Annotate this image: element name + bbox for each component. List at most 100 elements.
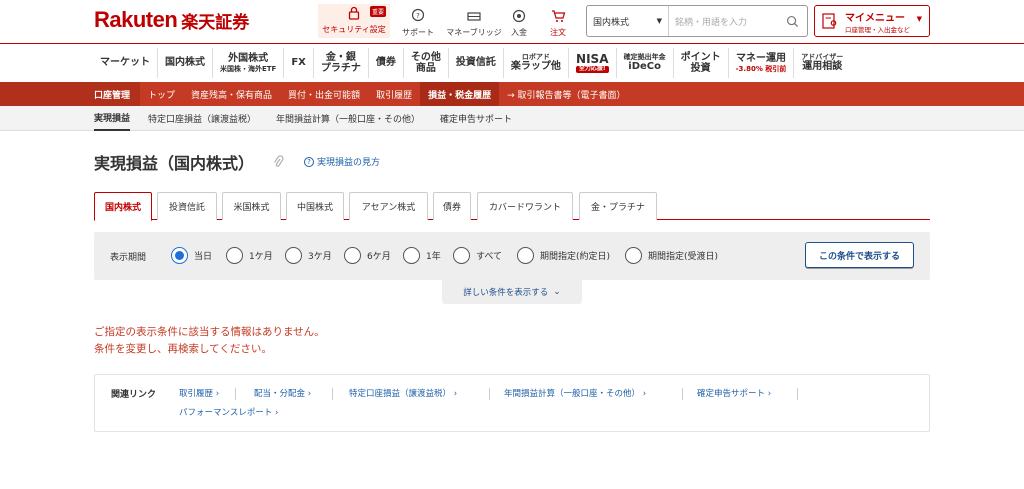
subnav-tax-return-support[interactable]: 確定申告サポート [440,106,512,131]
chevron-down-icon: ⌄ [553,287,561,297]
link-label: 配当・分配金 [254,389,306,399]
radio-indicator [344,247,361,264]
subnav-specified-account-pl[interactable]: 特定口座損益（譲渡益税） [148,106,256,131]
nav-label: 金・銀 [325,51,356,63]
related-link-specified-account-pl[interactable]: 特定口座損益（譲渡益税） › [349,387,457,399]
subnav-annual-pl[interactable]: 年間損益計算（一般口座・その他） [276,106,420,131]
document-person-icon [822,13,837,29]
nav-bonds[interactable]: 債券 [367,48,403,78]
support-button[interactable]: ? サポート [396,4,440,38]
related-link-dividends[interactable]: 配当・分配金 › [254,387,311,399]
nav-label: ポイント [680,51,721,63]
money-bridge-button[interactable]: マネーブリッジ [444,4,504,38]
tab-domestic-stocks[interactable]: 国内株式 [94,192,152,221]
account-nav-buying-power[interactable]: 買付・出金可能額 [280,82,368,106]
show-detailed-conditions-button[interactable]: 詳しい条件を表示する ⌄ [442,280,582,304]
bookmark-clip-icon[interactable] [272,155,284,169]
account-nav-trade-history[interactable]: 取引履歴 [368,82,420,106]
product-tabs: 国内株式 投資信託 米国株式 中国株式 アセアン株式 債券 カバードワラント 金… [94,192,930,221]
nav-label: 債券 [375,57,396,69]
search-input[interactable]: 銘柄・用語を入力 [669,6,807,36]
nav-domestic-stocks[interactable]: 国内株式 [157,48,212,78]
tab-china-stocks[interactable]: 中国株式 [286,192,344,220]
tab-asean-stocks[interactable]: アセアン株式 [349,192,428,220]
divider [489,388,490,400]
svg-text:?: ? [416,12,420,20]
subnav-realized-pl[interactable]: 実現損益 [94,106,131,131]
radio-6-months[interactable]: 6ケ月 [344,247,391,264]
important-badge: 重要 [369,6,386,17]
help-link[interactable]: ? 実現損益の見方 [304,155,380,168]
related-link-annual-pl[interactable]: 年間損益計算（一般口座・その他） › [504,387,646,399]
nav-nisa[interactable]: NISA 全力応援! [567,48,616,78]
nav-sublabel: 米国株・海外ETF [220,64,277,73]
my-menu-text: マイメニュー 口座管理・入出金など [845,9,910,34]
deposit-label: 入金 [511,28,527,37]
nav-foreign-stocks[interactable]: 外国株式 米国株・海外ETF [212,48,283,78]
link-label: 確定申告サポート [697,389,766,399]
nav-advisor[interactable]: アドバイザー 運用相談 [793,48,850,78]
nav-label: マーケット [100,57,150,69]
message-line-2: 条件を変更し、再検索してください。 [94,343,272,355]
radio-1-year[interactable]: 1年 [403,247,441,264]
radio-1-month[interactable]: 1ケ月 [226,247,273,264]
link-label: 特定口座損益（譲渡益税） [349,389,452,399]
tab-bonds[interactable]: 債券 [433,192,471,220]
nav-label: iDeCo [628,61,661,73]
nav-label: マネー運用 [735,53,786,65]
chat-question-icon: ? [411,8,425,22]
help-link-label: 実現損益の見方 [317,158,381,168]
search-icon[interactable] [786,15,799,28]
bridge-icon [467,12,481,21]
order-label: 注文 [550,28,566,37]
security-settings-button[interactable]: 重要 セキュリティ設定 [318,4,390,38]
tab-investment-trusts[interactable]: 投資信託 [157,192,217,220]
triangle-down-icon: ▼ [916,15,922,23]
search-scope-select[interactable]: 国内株式 ▼ [587,6,669,36]
divider [332,388,333,400]
nav-point-investing[interactable]: ポイント 投資 [672,48,728,78]
related-link-performance-report[interactable]: パフォーマンスレポート › [179,406,278,418]
nav-robo-advisor[interactable]: ロボアド 楽ラップ他 [502,48,568,78]
security-label: セキュリティ設定 [322,25,386,34]
account-nav-trade-reports[interactable]: → 取引報告書等（電子書面） [499,82,633,106]
rakuten-logo[interactable]: Rakuten 楽天証券 [94,7,249,33]
nav-sublabel: 商品 [415,63,436,74]
deposit-button[interactable]: 入金 [506,4,532,38]
radio-indicator [226,247,243,264]
nav-other-products[interactable]: その他 商品 [402,48,448,78]
account-nav-top[interactable]: トップ [140,82,183,106]
more-conditions-label: 詳しい条件を表示する [463,288,549,298]
radio-3-months[interactable]: 3ケ月 [285,247,332,264]
apply-filter-button[interactable]: この条件で表示する [805,242,914,268]
tab-us-stocks[interactable]: 米国株式 [222,192,281,220]
account-nav-pl-tax-history[interactable]: 損益・税金履歴 [420,82,500,106]
radio-label: 3ケ月 [308,252,332,262]
question-circle-icon: ? [304,156,314,167]
my-menu-button[interactable]: マイメニュー 口座管理・入出金など ▼ [814,5,930,37]
nav-fx[interactable]: FX [283,48,313,78]
nav-market[interactable]: マーケット [94,48,157,78]
nav-money-management[interactable]: マネー運用 -3.80% 税引前 [727,48,794,78]
logo-en: Rakuten [94,7,178,32]
nav-ideco[interactable]: 確定拠出年金 iDeCo [615,48,673,78]
nav-gold-silver[interactable]: 金・銀 プラチナ [312,48,368,78]
lock-icon [348,6,360,20]
related-link-trade-history[interactable]: 取引履歴 › [179,387,219,399]
radio-range-settlement-date[interactable]: 期間指定(受渡日) [625,247,718,264]
radio-indicator [285,247,302,264]
tab-covered-warrants[interactable]: カバードワラント [477,192,573,220]
radio-label: すべて [476,252,503,262]
my-menu-sub: 口座管理・入出金など [845,25,910,34]
radio-today[interactable]: 当日 [171,247,212,264]
order-button[interactable]: 注文 [538,4,578,38]
related-links: 関連リンク 取引履歴 › 配当・分配金 › 特定口座損益（譲渡益税） › 年間損… [94,374,930,432]
account-nav-assets[interactable]: 資産残高・保有商品 [183,82,280,106]
radio-range-trade-date[interactable]: 期間指定(約定日) [517,247,610,264]
radio-all[interactable]: すべて [453,247,502,264]
nav-sublabel: 投資 [690,63,711,74]
nav-investment-trusts[interactable]: 投資信託 [447,48,503,78]
related-link-tax-return-support[interactable]: 確定申告サポート › [697,387,771,399]
my-menu-title: マイメニュー [845,12,905,24]
tab-gold-platinum[interactable]: 金・プラチナ [579,192,657,220]
